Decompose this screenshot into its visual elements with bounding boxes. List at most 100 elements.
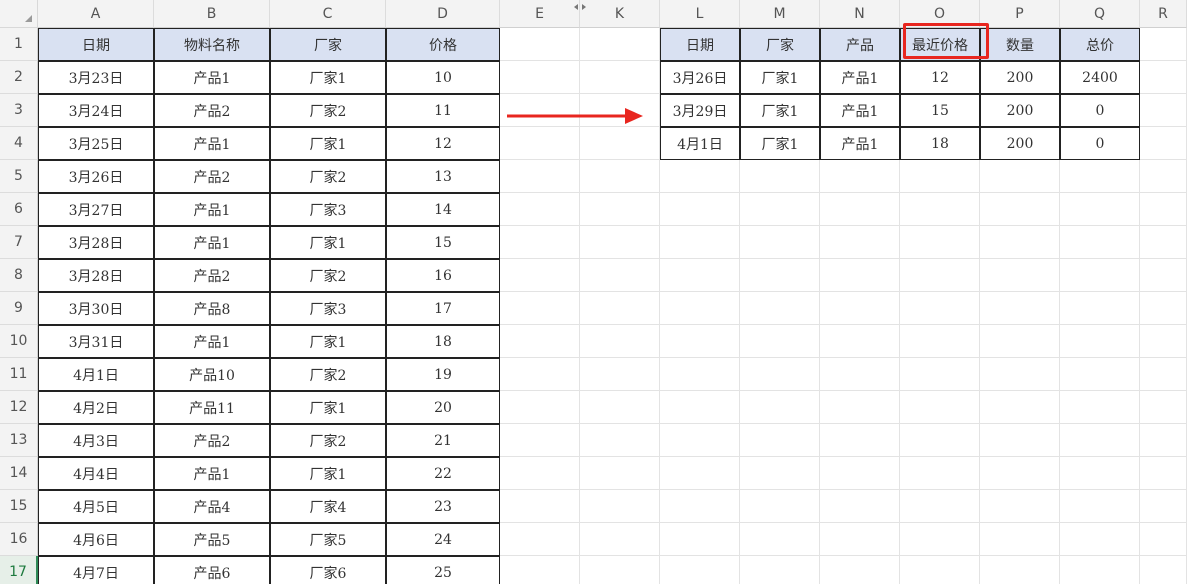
- source-table-cell[interactable]: 产品1: [154, 226, 270, 259]
- source-table-cell[interactable]: 产品1: [154, 457, 270, 490]
- row-header-10[interactable]: 10: [0, 325, 38, 358]
- column-header-a[interactable]: A: [38, 0, 154, 28]
- source-table-cell[interactable]: 4月7日: [38, 556, 154, 584]
- hidden-columns-divider-icon[interactable]: [573, 2, 587, 12]
- result-table-cell[interactable]: 3月26日: [660, 61, 740, 94]
- result-table-cell[interactable]: 0: [1060, 94, 1140, 127]
- column-header-e[interactable]: E: [500, 0, 580, 28]
- source-table-cell[interactable]: 产品1: [154, 325, 270, 358]
- source-table-cell[interactable]: 产品2: [154, 94, 270, 127]
- source-table-cell[interactable]: 厂家1: [270, 61, 386, 94]
- result-table-cell[interactable]: 厂家1: [740, 61, 820, 94]
- row-header-7[interactable]: 7: [0, 226, 38, 259]
- source-table-cell[interactable]: 产品2: [154, 424, 270, 457]
- column-header-d[interactable]: D: [386, 0, 500, 28]
- source-table-cell[interactable]: 4月1日: [38, 358, 154, 391]
- source-table-cell[interactable]: 厂家5: [270, 523, 386, 556]
- result-table-cell[interactable]: 2400: [1060, 61, 1140, 94]
- source-table-cell[interactable]: 3月28日: [38, 226, 154, 259]
- source-table-cell[interactable]: 24: [386, 523, 500, 556]
- result-table-header-cell[interactable]: 数量: [980, 28, 1060, 61]
- column-header-m[interactable]: M: [740, 0, 820, 28]
- result-table-cell[interactable]: 0: [1060, 127, 1140, 160]
- source-table-cell[interactable]: 3月23日: [38, 61, 154, 94]
- row-header-3[interactable]: 3: [0, 94, 38, 127]
- row-header-17[interactable]: 17: [0, 556, 38, 584]
- source-table-cell[interactable]: 产品1: [154, 127, 270, 160]
- column-header-r[interactable]: R: [1140, 0, 1187, 28]
- source-table-cell[interactable]: 11: [386, 94, 500, 127]
- source-table-cell[interactable]: 10: [386, 61, 500, 94]
- result-table-cell[interactable]: 产品1: [820, 94, 900, 127]
- source-table-cell[interactable]: 产品4: [154, 490, 270, 523]
- column-header-k[interactable]: K: [580, 0, 660, 28]
- source-table-cell[interactable]: 4月6日: [38, 523, 154, 556]
- result-table-cell[interactable]: 产品1: [820, 127, 900, 160]
- source-table-cell[interactable]: 15: [386, 226, 500, 259]
- source-table-cell[interactable]: 22: [386, 457, 500, 490]
- result-table-cell[interactable]: 15: [900, 94, 980, 127]
- result-table-cell[interactable]: 200: [980, 61, 1060, 94]
- row-header-9[interactable]: 9: [0, 292, 38, 325]
- select-all-corner[interactable]: [0, 0, 38, 28]
- source-table-cell[interactable]: 产品1: [154, 193, 270, 226]
- source-table-header-cell[interactable]: 日期: [38, 28, 154, 61]
- column-header-c[interactable]: C: [270, 0, 386, 28]
- source-table-cell[interactable]: 18: [386, 325, 500, 358]
- result-table-header-cell[interactable]: 厂家: [740, 28, 820, 61]
- row-header-11[interactable]: 11: [0, 358, 38, 391]
- row-header-8[interactable]: 8: [0, 259, 38, 292]
- source-table-cell[interactable]: 4月4日: [38, 457, 154, 490]
- source-table-cell[interactable]: 厂家1: [270, 127, 386, 160]
- source-table-cell[interactable]: 厂家2: [270, 424, 386, 457]
- spreadsheet[interactable]: ABCDEKLMNOPQR 1 2 3 4 5 6 7 8 9 10 11 12 13 14 15 16 17 …: [0, 0, 1187, 584]
- row-header-15[interactable]: 15: [0, 490, 38, 523]
- source-table-cell[interactable]: 厂家2: [270, 358, 386, 391]
- source-table-cell[interactable]: 厂家3: [270, 193, 386, 226]
- source-table-cell[interactable]: 厂家3: [270, 292, 386, 325]
- source-table-cell[interactable]: 3月31日: [38, 325, 154, 358]
- source-table-cell[interactable]: 厂家4: [270, 490, 386, 523]
- source-table-cell[interactable]: 3月25日: [38, 127, 154, 160]
- source-table-cell[interactable]: 产品10: [154, 358, 270, 391]
- source-table-cell[interactable]: 产品2: [154, 160, 270, 193]
- source-table-header-cell[interactable]: 厂家: [270, 28, 386, 61]
- result-table-cell[interactable]: 3月29日: [660, 94, 740, 127]
- source-table-cell[interactable]: 20: [386, 391, 500, 424]
- source-table-cell[interactable]: 厂家2: [270, 259, 386, 292]
- source-table-cell[interactable]: 21: [386, 424, 500, 457]
- source-table-cell[interactable]: 4月2日: [38, 391, 154, 424]
- source-table-cell[interactable]: 厂家1: [270, 457, 386, 490]
- source-table-cell[interactable]: 3月26日: [38, 160, 154, 193]
- source-table-cell[interactable]: 19: [386, 358, 500, 391]
- column-header-n[interactable]: N: [820, 0, 900, 28]
- source-table-cell[interactable]: 产品1: [154, 61, 270, 94]
- result-table-cell[interactable]: 产品1: [820, 61, 900, 94]
- source-table-cell[interactable]: 厂家1: [270, 226, 386, 259]
- source-table-cell[interactable]: 13: [386, 160, 500, 193]
- source-table-cell[interactable]: 17: [386, 292, 500, 325]
- row-header-12[interactable]: 12: [0, 391, 38, 424]
- column-header-b[interactable]: B: [154, 0, 270, 28]
- source-table-cell[interactable]: 3月30日: [38, 292, 154, 325]
- source-table-cell[interactable]: 4月3日: [38, 424, 154, 457]
- result-table-header-cell[interactable]: 产品: [820, 28, 900, 61]
- result-table-header-cell[interactable]: 日期: [660, 28, 740, 61]
- source-table-cell[interactable]: 4月5日: [38, 490, 154, 523]
- column-header-q[interactable]: Q: [1060, 0, 1140, 28]
- source-table-cell[interactable]: 产品5: [154, 523, 270, 556]
- result-table-cell[interactable]: 18: [900, 127, 980, 160]
- source-table-cell[interactable]: 16: [386, 259, 500, 292]
- source-table-header-cell[interactable]: 物料名称: [154, 28, 270, 61]
- source-table-header-cell[interactable]: 价格: [386, 28, 500, 61]
- row-header-4[interactable]: 4: [0, 127, 38, 160]
- row-header-16[interactable]: 16: [0, 523, 38, 556]
- result-table-cell[interactable]: 200: [980, 94, 1060, 127]
- result-table-cell[interactable]: 4月1日: [660, 127, 740, 160]
- source-table-cell[interactable]: 厂家6: [270, 556, 386, 584]
- source-table-cell[interactable]: 产品11: [154, 391, 270, 424]
- source-table-cell[interactable]: 3月27日: [38, 193, 154, 226]
- source-table-cell[interactable]: 厂家1: [270, 391, 386, 424]
- row-header-1[interactable]: 1: [0, 28, 38, 61]
- source-table-cell[interactable]: 12: [386, 127, 500, 160]
